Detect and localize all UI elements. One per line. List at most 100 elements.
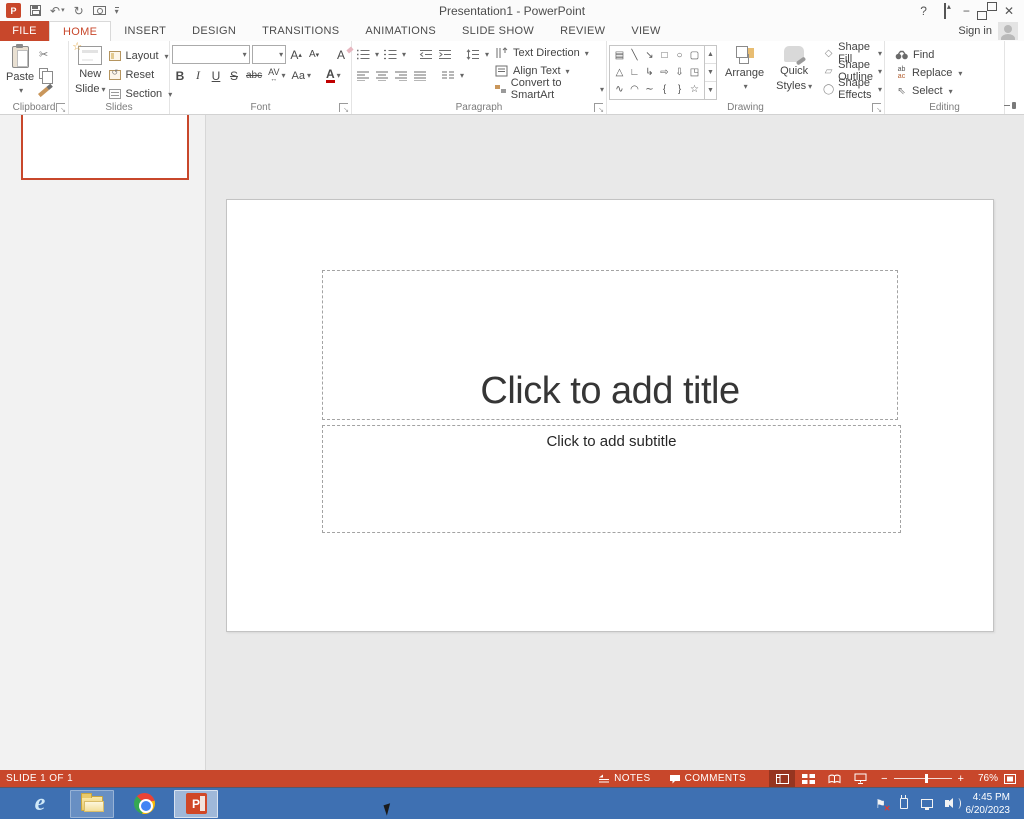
italic-button[interactable]: I bbox=[190, 67, 206, 85]
bullets-button[interactable] bbox=[354, 46, 371, 64]
character-spacing-button[interactable]: AV↔▾ bbox=[266, 67, 287, 85]
columns-button[interactable] bbox=[439, 67, 456, 85]
zoom-in-button[interactable]: + bbox=[958, 773, 964, 785]
font-color-dropdown[interactable]: ▾ bbox=[337, 71, 341, 80]
font-color-button[interactable]: A▾ bbox=[324, 67, 343, 85]
columns-dropdown[interactable]: ▾ bbox=[460, 71, 464, 80]
replace-dropdown[interactable]: ▾ bbox=[958, 69, 962, 78]
align-right-button[interactable] bbox=[392, 67, 409, 85]
zoom-slider[interactable] bbox=[894, 778, 952, 779]
numbering-dropdown[interactable]: ▾ bbox=[402, 50, 406, 59]
undo-dropdown[interactable]: ▾ bbox=[61, 7, 65, 14]
normal-view-button[interactable] bbox=[769, 770, 795, 787]
quick-styles-dropdown[interactable]: ▾ bbox=[808, 82, 812, 91]
zoom-out-button[interactable]: − bbox=[881, 773, 887, 785]
font-name-dropdown[interactable]: ▾ bbox=[243, 50, 247, 59]
gallery-scroll-up[interactable]: ▲ bbox=[705, 46, 716, 64]
notes-button[interactable]: NOTES bbox=[589, 770, 659, 787]
font-name-combobox[interactable]: ▾ bbox=[172, 45, 250, 64]
tab-review[interactable]: REVIEW bbox=[547, 21, 618, 41]
shape-oval[interactable]: ○ bbox=[672, 47, 687, 64]
shape-triangle[interactable]: △ bbox=[612, 64, 627, 81]
shape-corner[interactable]: ◳ bbox=[687, 64, 702, 81]
pin-ribbon-button[interactable] bbox=[1004, 102, 1016, 110]
copy-button[interactable] bbox=[38, 65, 49, 81]
decrease-font-size-button[interactable]: A▾ bbox=[306, 46, 322, 64]
underline-button[interactable]: U bbox=[208, 67, 224, 85]
gallery-more-button[interactable]: ▼ bbox=[705, 82, 716, 99]
redo-button[interactable]: ↻ bbox=[74, 5, 84, 17]
tab-transitions[interactable]: TRANSITIONS bbox=[249, 21, 352, 41]
chrome-button[interactable] bbox=[122, 790, 166, 818]
minimize-button[interactable]: − bbox=[963, 5, 970, 17]
powerpoint-app-icon[interactable]: P bbox=[6, 3, 21, 18]
increase-font-size-button[interactable]: A▴ bbox=[288, 46, 304, 64]
convert-to-smartart-button[interactable]: Convert to SmartArt▾ bbox=[493, 80, 604, 98]
fit-slide-to-window-button[interactable] bbox=[1004, 774, 1024, 784]
tab-slideshow[interactable]: SLIDE SHOW bbox=[449, 21, 547, 41]
sign-in-button[interactable]: Sign in bbox=[958, 21, 1024, 41]
zoom-level[interactable]: 76% bbox=[972, 773, 1004, 784]
paste-dropdown[interactable]: ▾ bbox=[19, 86, 23, 95]
section-button[interactable]: Section▾ bbox=[109, 86, 172, 102]
network-tray-button[interactable] bbox=[920, 797, 934, 811]
cut-button[interactable]: ✂ bbox=[38, 46, 49, 62]
change-case-button[interactable]: Aa▾ bbox=[289, 67, 312, 85]
title-placeholder[interactable]: Click to add title bbox=[322, 270, 898, 420]
find-button[interactable]: Find bbox=[895, 46, 1002, 64]
clipboard-dialog-launcher[interactable] bbox=[56, 103, 65, 112]
tab-view[interactable]: VIEW bbox=[618, 21, 673, 41]
slide-thumbnail-panel[interactable] bbox=[0, 115, 206, 770]
customize-qat-button[interactable]: ▾ bbox=[115, 7, 119, 15]
new-slide-dropdown[interactable]: ▾ bbox=[101, 85, 105, 94]
undo-button[interactable]: ↶▾ bbox=[50, 5, 65, 17]
internet-explorer-button[interactable]: e bbox=[18, 790, 62, 818]
help-button[interactable]: ? bbox=[920, 5, 927, 17]
close-button[interactable]: ✕ bbox=[1004, 5, 1014, 17]
bullets-dropdown[interactable]: ▾ bbox=[375, 50, 379, 59]
strikethrough-button[interactable]: abc bbox=[244, 67, 264, 85]
start-slideshow-button[interactable] bbox=[93, 6, 106, 15]
font-size-combobox[interactable]: ▾ bbox=[252, 45, 286, 64]
shadow-button[interactable]: S bbox=[226, 67, 242, 85]
shape-curve[interactable]: ∼ bbox=[642, 81, 657, 98]
power-tray-button[interactable] bbox=[897, 797, 911, 811]
tab-file[interactable]: FILE bbox=[0, 21, 49, 41]
tab-insert[interactable]: INSERT bbox=[111, 21, 179, 41]
clear-formatting-button[interactable]: A bbox=[333, 46, 349, 64]
subtitle-placeholder[interactable]: Click to add subtitle bbox=[322, 425, 901, 533]
shape-arrow[interactable]: ↘ bbox=[642, 47, 657, 64]
tab-animations[interactable]: ANIMATIONS bbox=[352, 21, 449, 41]
reset-button[interactable]: Reset bbox=[109, 67, 172, 83]
increase-indent-button[interactable] bbox=[436, 46, 453, 64]
slide-show-button[interactable] bbox=[847, 770, 873, 787]
reading-view-button[interactable] bbox=[821, 770, 847, 787]
format-painter-button[interactable] bbox=[38, 84, 49, 100]
font-size-dropdown[interactable]: ▾ bbox=[279, 50, 283, 59]
powerpoint-taskbar-button[interactable]: P bbox=[174, 790, 218, 818]
font-dialog-launcher[interactable] bbox=[339, 103, 348, 112]
justify-button[interactable] bbox=[411, 67, 428, 85]
shape-left-brace[interactable]: { bbox=[657, 81, 672, 98]
gallery-scroll-down[interactable]: ▼ bbox=[705, 64, 716, 82]
taskbar-clock[interactable]: 4:45 PM 6/20/2023 bbox=[966, 791, 1015, 817]
replace-button[interactable]: abacReplace▾ bbox=[895, 64, 1002, 82]
volume-tray-button[interactable] bbox=[943, 797, 957, 811]
save-button[interactable] bbox=[30, 5, 41, 16]
shape-elbow-connector[interactable]: ∟ bbox=[627, 64, 642, 81]
tab-design[interactable]: DESIGN bbox=[179, 21, 249, 41]
shape-effects-button[interactable]: ◯Shape Effects▾ bbox=[822, 80, 882, 98]
align-center-button[interactable] bbox=[373, 67, 390, 85]
slide-canvas[interactable]: Click to add title Click to add subtitle bbox=[226, 199, 994, 632]
shape-line[interactable]: ╲ bbox=[627, 47, 642, 64]
numbering-button[interactable] bbox=[381, 46, 398, 64]
zoom-slider-thumb[interactable] bbox=[925, 774, 928, 783]
text-direction-button[interactable]: Text Direction▾ bbox=[493, 44, 604, 62]
comments-button[interactable]: COMMENTS bbox=[660, 770, 756, 787]
shape-textbox[interactable]: ▤ bbox=[612, 47, 627, 64]
shape-right-brace[interactable]: } bbox=[672, 81, 687, 98]
shape-arc[interactable]: ◠ bbox=[627, 81, 642, 98]
shape-star[interactable]: ☆ bbox=[687, 81, 702, 98]
tab-home[interactable]: HOME bbox=[49, 21, 111, 41]
shape-arrow-right[interactable]: ⇨ bbox=[657, 64, 672, 81]
